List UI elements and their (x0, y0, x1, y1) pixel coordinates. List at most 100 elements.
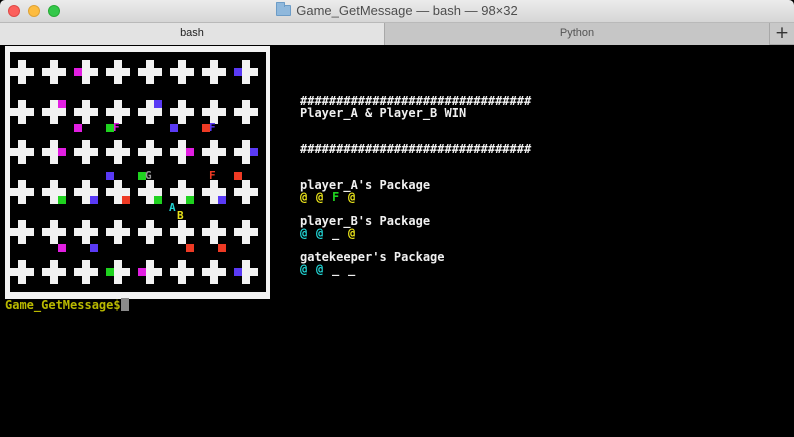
new-tab-button[interactable]: + (770, 23, 794, 45)
maze-wall (250, 228, 258, 236)
maze-wall (242, 76, 250, 84)
maze-wall (114, 196, 122, 204)
maze-wall (26, 68, 34, 76)
maze-wall (186, 268, 194, 276)
maze-wall (82, 220, 90, 228)
title-bar: Game_GetMessage — bash — 98×32 (0, 0, 794, 23)
terminal-output[interactable]: FFGFAB ################################ … (0, 46, 794, 437)
maze-wall (82, 260, 90, 268)
maze-wall (90, 188, 98, 196)
maze-wall (210, 228, 218, 236)
maze-wall (10, 108, 18, 116)
maze-wall (26, 148, 34, 156)
maze-wall (170, 268, 178, 276)
maze-wall (50, 60, 58, 68)
maze-wall (82, 140, 90, 148)
maze-wall (82, 76, 90, 84)
maze-wall (242, 148, 250, 156)
tab-bash[interactable]: bash (0, 23, 385, 45)
maze-wall (114, 108, 122, 116)
maze-wall (82, 236, 90, 244)
maze-wall (82, 196, 90, 204)
maze-wall (10, 268, 18, 276)
maze-wall (242, 260, 250, 268)
maze-wall (114, 260, 122, 268)
maze-wall (178, 268, 186, 276)
maze-wall (18, 140, 26, 148)
shell-prompt: Game_GetMessage$ (5, 298, 129, 312)
maze-wall (18, 268, 26, 276)
maze-label: B (177, 209, 184, 222)
maze-tile (186, 244, 194, 252)
maze-wall (90, 68, 98, 76)
maze-wall (218, 228, 226, 236)
maze-wall (146, 100, 154, 108)
maze-wall (122, 188, 130, 196)
tab-python[interactable]: Python (385, 23, 770, 45)
maze-wall (210, 60, 218, 68)
maze-label: A (169, 201, 176, 214)
maze-wall (50, 148, 58, 156)
maze-wall (58, 228, 66, 236)
maze-wall (114, 228, 122, 236)
maze-tile (90, 244, 98, 252)
maze-wall (186, 108, 194, 116)
maze-tile (58, 100, 66, 108)
maze-wall (250, 188, 258, 196)
package-item: @ (348, 190, 356, 204)
maze-wall (154, 68, 162, 76)
maze-wall (210, 108, 218, 116)
package-item: _ (348, 262, 356, 276)
maze-wall (178, 68, 186, 76)
maze-wall (234, 188, 242, 196)
maze-wall (146, 76, 154, 84)
maze-wall (138, 68, 146, 76)
maze-tile (186, 196, 194, 204)
maze-wall (82, 188, 90, 196)
maze-wall (10, 148, 18, 156)
maze-wall (234, 228, 242, 236)
maze-wall (170, 188, 178, 196)
maze-tile (186, 148, 194, 156)
maze-wall (114, 68, 122, 76)
prompt-text: Game_GetMessage$ (5, 298, 121, 312)
maze-wall (82, 68, 90, 76)
maze-wall (178, 60, 186, 68)
maze-tile (234, 268, 242, 276)
maze-wall (26, 188, 34, 196)
maze-wall (82, 156, 90, 164)
maze-wall (178, 188, 186, 196)
maze-wall (82, 268, 90, 276)
maze-wall (10, 68, 18, 76)
maze-wall (154, 108, 162, 116)
package-item: @ (300, 190, 308, 204)
maze-wall (242, 188, 250, 196)
maze-wall (242, 68, 250, 76)
maze-wall (250, 268, 258, 276)
maze-wall (82, 60, 90, 68)
package-item: _ (332, 262, 340, 276)
maze-wall (178, 116, 186, 124)
maze-wall (114, 148, 122, 156)
maze-wall (154, 148, 162, 156)
maze-wall (114, 60, 122, 68)
maze-wall (178, 156, 186, 164)
maze-wall (178, 180, 186, 188)
maze-wall (82, 276, 90, 284)
maze-wall (242, 236, 250, 244)
package-item: @ (316, 226, 324, 240)
maze-wall (114, 236, 122, 244)
maze-wall (58, 68, 66, 76)
maze-wall (18, 260, 26, 268)
maze-tile (234, 68, 242, 76)
maze-wall (178, 236, 186, 244)
maze-wall (82, 228, 90, 236)
maze-tile (58, 148, 66, 156)
maze-wall (170, 228, 178, 236)
maze-tile (106, 268, 114, 276)
maze-wall (90, 268, 98, 276)
maze-wall (114, 188, 122, 196)
maze-wall (210, 268, 218, 276)
win-message: Player_A & Player_B WIN (300, 106, 467, 120)
maze-wall (90, 108, 98, 116)
